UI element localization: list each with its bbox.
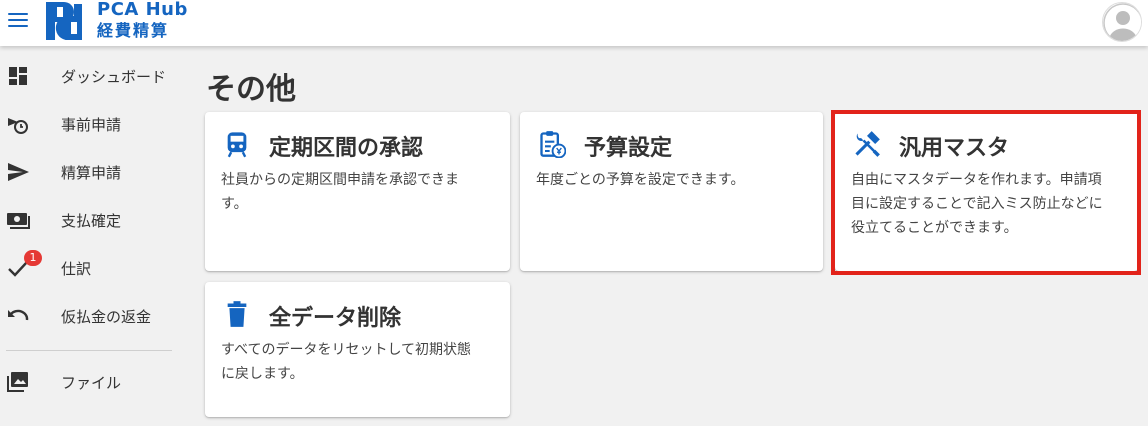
tools-icon: [855, 131, 880, 157]
card-title: 予算設定: [584, 136, 673, 161]
card-description-line: 社員からの定期区間申請を承認できま: [221, 172, 459, 188]
train-icon: [227, 132, 247, 158]
card-description: すべてのデータをリセットして初期状態 に戻します。: [221, 338, 471, 386]
sidebar-item-label: 支払確定: [61, 212, 122, 230]
card-description: 社員からの定期区間申請を承認できま す。: [221, 168, 459, 216]
card-budget-setting[interactable]: 予算設定 年度ごとの予算を設定できます。: [520, 112, 823, 271]
user-icon: [1103, 3, 1141, 41]
payment-icon: [7, 213, 30, 229]
image-icon: [7, 372, 28, 392]
user-avatar[interactable]: [1102, 2, 1142, 42]
sidebar-item-refund[interactable]: 仮払金の返金: [0, 294, 189, 338]
budget-clipboard-icon: [540, 131, 566, 158]
card-description: 年度ごとの予算を設定できます。: [536, 168, 744, 192]
card-description-line: す。: [221, 196, 248, 212]
sidebar-item-label: 精算申請: [61, 164, 122, 182]
menu-icon[interactable]: [8, 13, 28, 29]
card-description: 自由にマスタデータを作れます。申請項 目に設定することで記入ミス防止などに 役立…: [851, 168, 1103, 240]
app-name: PCA Hub: [97, 0, 188, 20]
sidebar-divider: [6, 350, 172, 351]
card-description-line: 役立てることができます。: [851, 220, 1018, 236]
card-commuter-approval[interactable]: 定期区間の承認 社員からの定期区間申請を承認できま す。: [205, 112, 510, 271]
card-title: 全データ削除: [269, 306, 402, 331]
card-delete-all-data[interactable]: 全データ削除 すべてのデータをリセットして初期状態 に戻します。: [205, 282, 510, 417]
card-description-line: に戻します。: [221, 366, 304, 382]
sidebar-item-payment[interactable]: 支払確定: [0, 198, 189, 242]
sidebar-item-label: 仕訳: [61, 260, 92, 278]
sidebar-item-label: 仮払金の返金: [61, 308, 152, 326]
trash-icon: [227, 301, 247, 327]
sidebar-item-journal[interactable]: 1 仕訳: [0, 246, 189, 290]
page-title: その他: [206, 72, 296, 107]
undo-icon: [8, 309, 29, 321]
sidebar-item-pre-application[interactable]: 事前申請: [0, 102, 189, 146]
sidebar: ダッシュボード 事前申請 精算申請 支払確定 1 仕訳 仮払金の返金 ファイル: [0, 46, 189, 426]
notification-badge: 1: [24, 250, 42, 266]
card-title: 定期区間の承認: [269, 136, 424, 161]
card-title: 汎用マスタ: [899, 136, 1010, 161]
sidebar-item-dashboard[interactable]: ダッシュボード: [0, 54, 189, 98]
sidebar-item-label: 事前申請: [61, 116, 122, 134]
sidebar-item-settlement[interactable]: 精算申請: [0, 150, 189, 194]
card-description-line: 目に設定することで記入ミス防止などに: [851, 196, 1103, 212]
app-header: PCA Hub 経費精算: [0, 0, 1148, 46]
dashboard-icon: [9, 67, 27, 85]
card-description-line: すべてのデータをリセットして初期状態: [221, 342, 472, 358]
sidebar-item-label: ダッシュボード: [61, 68, 167, 86]
sidebar-item-files[interactable]: ファイル: [0, 360, 189, 404]
sidebar-item-label: ファイル: [61, 374, 122, 392]
pca-logo-icon: [46, 2, 82, 40]
app-subtitle: 経費精算: [97, 21, 170, 40]
card-general-master[interactable]: 汎用マスタ 自由にマスタデータを作れます。申請項 目に設定することで記入ミス防止…: [835, 112, 1138, 271]
send-icon: [8, 163, 29, 181]
pre-application-icon: [8, 118, 28, 134]
card-description-line: 自由にマスタデータを作れます。申請項: [851, 172, 1102, 188]
card-description-line: 年度ごとの予算を設定できます。: [536, 172, 745, 188]
